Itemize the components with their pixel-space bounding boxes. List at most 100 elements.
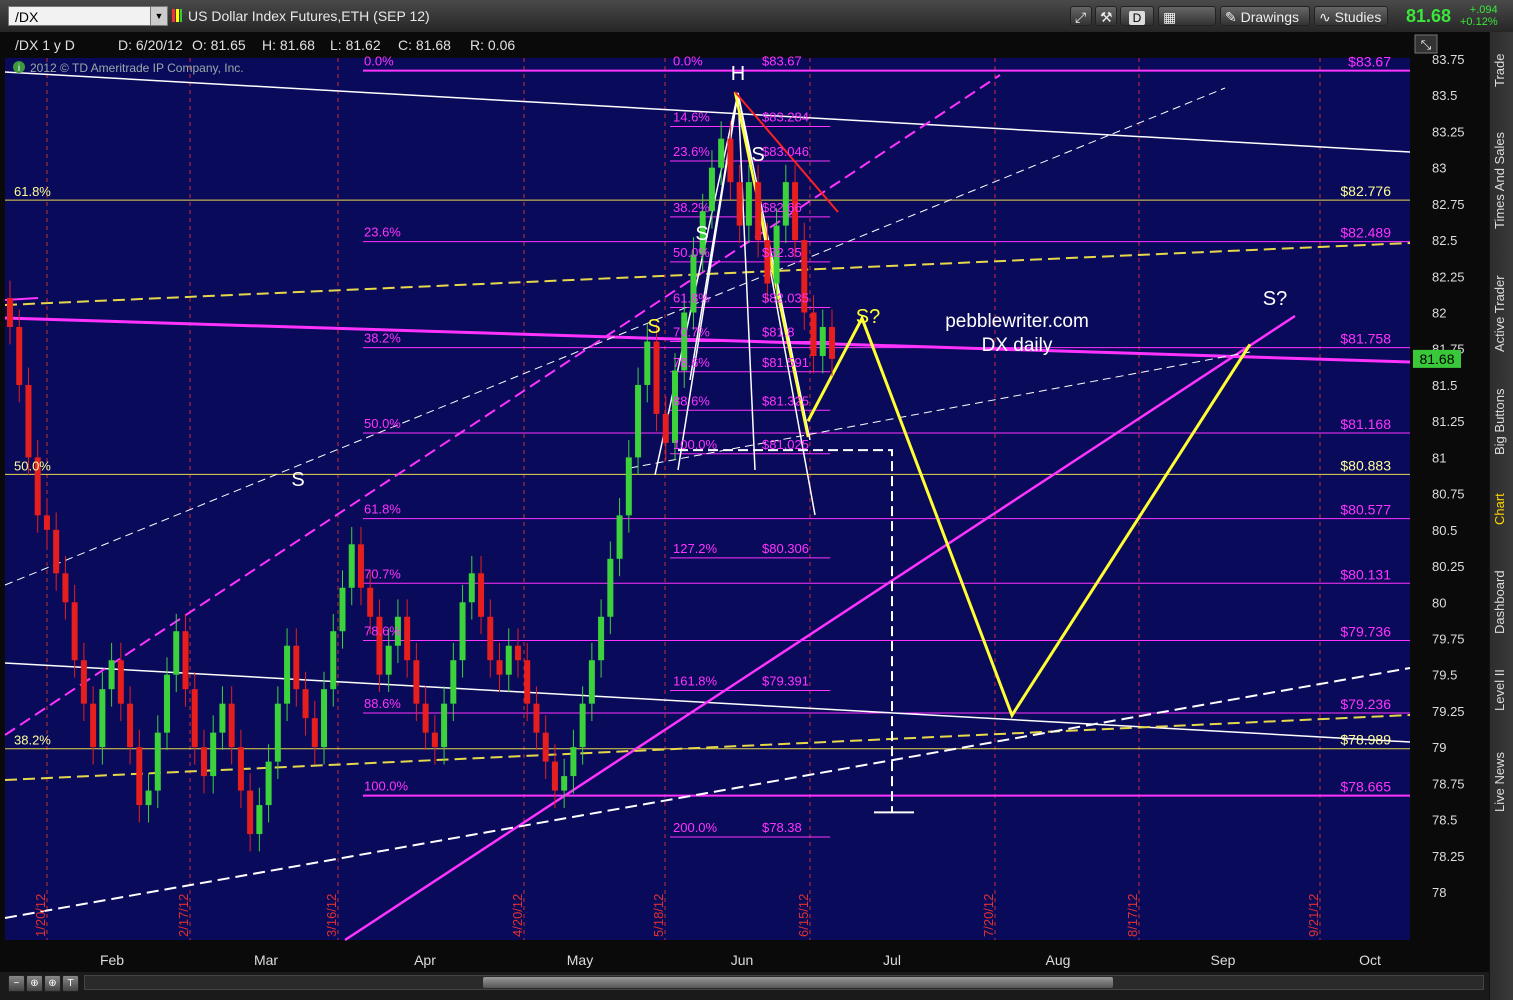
fib-extension-label: 0.0% bbox=[673, 54, 703, 69]
candle-body bbox=[598, 616, 605, 661]
mid-fib-label: 78.6% bbox=[364, 624, 401, 639]
fib-extension-value: $83.284 bbox=[762, 110, 809, 125]
candle-body bbox=[653, 341, 660, 414]
symbol-description: US Dollar Index Futures,ETH (SEP 12) bbox=[188, 8, 430, 24]
fib-extension-label: 61.8% bbox=[673, 290, 710, 305]
sidebar-tab[interactable]: Trade bbox=[1492, 40, 1512, 100]
x-date-label: 7/20/12 bbox=[981, 894, 996, 937]
x-date-label: 8/17/12 bbox=[1125, 894, 1140, 937]
candle-body bbox=[385, 645, 392, 675]
drawings-button[interactable]: ✎ Drawings bbox=[1220, 6, 1310, 26]
candle-body bbox=[348, 544, 355, 588]
y-tick-label: 83.75 bbox=[1432, 52, 1465, 67]
y-tick-label: 81.5 bbox=[1432, 378, 1457, 393]
candle-body bbox=[200, 747, 207, 777]
candle-body bbox=[459, 602, 466, 661]
y-tick-label: 83.25 bbox=[1432, 124, 1465, 139]
candle-body bbox=[164, 674, 171, 733]
x-month-label: Oct bbox=[1359, 952, 1381, 968]
candle-body bbox=[302, 689, 309, 719]
candle-body bbox=[829, 327, 835, 359]
sidebar-tab[interactable]: Level II bbox=[1492, 660, 1512, 720]
symbol-input[interactable]: /DX ▼ bbox=[8, 6, 168, 26]
price-change: +.094 +0.12% bbox=[1460, 4, 1498, 28]
x-date-label: 1/20/12 bbox=[33, 894, 48, 937]
time-scrollbar[interactable] bbox=[84, 975, 1484, 990]
mid-fib-label: 88.6% bbox=[364, 696, 401, 711]
x-month-label: Jun bbox=[731, 952, 754, 968]
y-tick-label: 82.75 bbox=[1432, 197, 1465, 212]
mid-fib-label: 0.0% bbox=[364, 54, 394, 69]
sidebar-tab[interactable]: Dashboard bbox=[1492, 557, 1512, 647]
candle-body bbox=[25, 384, 32, 458]
candle-body bbox=[265, 761, 272, 806]
zoom-in-icon[interactable]: ⊕ bbox=[26, 975, 43, 992]
text-tool-icon[interactable]: T bbox=[62, 975, 79, 992]
candle-body bbox=[117, 660, 124, 704]
right-price-label: $80.131 bbox=[1340, 566, 1391, 582]
shoulder-label: S bbox=[695, 223, 708, 245]
wrench-icon[interactable]: ⚒ bbox=[1095, 6, 1117, 26]
left-fib-label: 38.2% bbox=[14, 733, 51, 748]
candle-body bbox=[219, 703, 226, 733]
right-price-label: $78.989 bbox=[1340, 732, 1391, 748]
candle-body bbox=[210, 732, 217, 777]
candle-body bbox=[330, 631, 337, 690]
expand-icon[interactable]: ⤢ bbox=[1070, 6, 1092, 26]
candle-body bbox=[256, 805, 263, 835]
x-month-label: May bbox=[567, 952, 593, 968]
candle-body bbox=[570, 747, 577, 777]
fib-extension-value: $81.325 bbox=[762, 393, 809, 408]
sidebar-tab[interactable]: Times And Sales bbox=[1492, 120, 1512, 240]
right-price-label: $80.577 bbox=[1340, 502, 1391, 518]
candle-body bbox=[551, 761, 558, 791]
price-chart[interactable]: 1/20/12 2/17/12 3/16/12 4/20/12 5/18/12 6/15/… bbox=[0, 32, 1489, 972]
fib-extension-value: $81.8 bbox=[762, 324, 795, 339]
scrollbar-thumb[interactable] bbox=[483, 977, 1113, 988]
zoom-reset-icon[interactable]: ⊕ bbox=[44, 975, 61, 992]
d-button[interactable]: D bbox=[1120, 6, 1154, 26]
sidebar-tab[interactable]: Live News bbox=[1492, 737, 1512, 827]
candle-body bbox=[478, 573, 485, 617]
studies-button[interactable]: ∿ Studies bbox=[1314, 6, 1388, 26]
symbol-text: /DX bbox=[15, 9, 39, 25]
candle-body bbox=[247, 790, 254, 835]
fib-extension-label: 100.0% bbox=[673, 437, 718, 452]
candle-body bbox=[339, 587, 346, 632]
chart-header-c: C: 81.68 bbox=[398, 37, 451, 53]
fib-extension-value: $82.35 bbox=[762, 245, 802, 260]
x-month-label: Jul bbox=[883, 952, 901, 968]
mid-fib-label: 50.0% bbox=[364, 416, 401, 431]
bar-chart-icon bbox=[172, 9, 182, 22]
mid-fib-label: 38.2% bbox=[364, 331, 401, 346]
candle-body bbox=[237, 747, 244, 791]
sidebar-tab[interactable]: Big Buttons bbox=[1492, 382, 1512, 462]
sidebar-tab[interactable]: Active Trader bbox=[1492, 260, 1512, 368]
x-month-label: Mar bbox=[254, 952, 278, 968]
sidebar-tab[interactable]: Chart bbox=[1492, 480, 1512, 538]
y-tick-label: 80.5 bbox=[1432, 523, 1457, 538]
shoulder-question-label: S? bbox=[856, 306, 880, 328]
candle-body bbox=[441, 703, 448, 748]
fib-extension-label: 78.6% bbox=[673, 355, 710, 370]
candle-body bbox=[745, 182, 752, 226]
candle-body bbox=[588, 660, 595, 704]
candle-body bbox=[274, 703, 281, 762]
y-tick-label: 78.75 bbox=[1432, 776, 1465, 791]
y-tick-label: 78.25 bbox=[1432, 849, 1465, 864]
style-button[interactable]: ▦ Style bbox=[1158, 6, 1216, 45]
candle-body bbox=[810, 312, 817, 356]
zoom-out-icon[interactable]: − bbox=[8, 975, 25, 992]
chart-header-r: R: 0.06 bbox=[470, 37, 515, 53]
fib-extension-value: $82.66 bbox=[762, 200, 802, 215]
candle-body bbox=[644, 341, 651, 385]
chevron-down-icon[interactable]: ▼ bbox=[150, 7, 167, 25]
y-tick-label: 82 bbox=[1432, 306, 1446, 321]
candle-body bbox=[191, 689, 198, 748]
change-percent: +0.12% bbox=[1460, 16, 1498, 28]
candle-body bbox=[579, 703, 586, 748]
candle-body bbox=[62, 573, 69, 603]
fib-extension-value: $79.391 bbox=[762, 673, 809, 688]
candle-body bbox=[616, 515, 623, 559]
studies-icon: ∿ bbox=[1319, 9, 1331, 25]
